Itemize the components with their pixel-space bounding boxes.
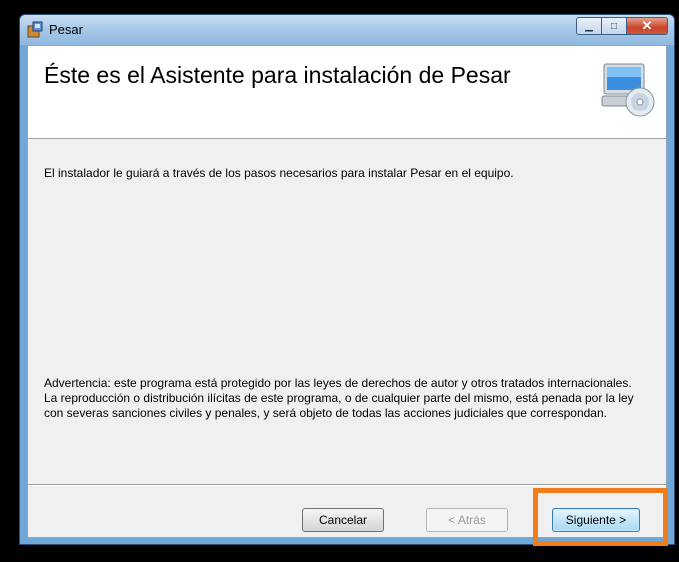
computer-cd-icon xyxy=(601,63,655,117)
back-button[interactable]: < Atrás xyxy=(426,508,508,532)
minimize-button[interactable]: ▁ xyxy=(576,17,602,35)
window-title: Pesar xyxy=(49,22,83,37)
maximize-button[interactable]: □ xyxy=(601,17,627,35)
intro-text: El instalador le guiará a través de los … xyxy=(44,166,514,180)
maximize-icon: □ xyxy=(610,20,618,32)
close-button[interactable]: ✕ xyxy=(626,17,668,35)
next-button-highlight xyxy=(533,488,668,546)
window-controls: ▁ □ ✕ xyxy=(576,17,668,37)
minimize-icon: ▁ xyxy=(585,20,593,32)
title-bar[interactable]: Pesar ▁ □ ✕ xyxy=(20,15,674,45)
page-title: Éste es el Asistente para instalación de… xyxy=(44,62,511,88)
installer-app-icon xyxy=(27,21,43,38)
close-icon: ✕ xyxy=(641,18,653,33)
header-banner: Éste es el Asistente para instalación de… xyxy=(28,46,666,139)
installer-window: Pesar ▁ □ ✕ Éste es el Asistente para in… xyxy=(19,14,675,545)
footer-divider xyxy=(28,484,666,486)
cancel-button[interactable]: Cancelar xyxy=(302,508,384,532)
copyright-warning: Advertencia: este programa está protegid… xyxy=(44,376,634,420)
dialog-client: Éste es el Asistente para instalación de… xyxy=(27,45,667,538)
